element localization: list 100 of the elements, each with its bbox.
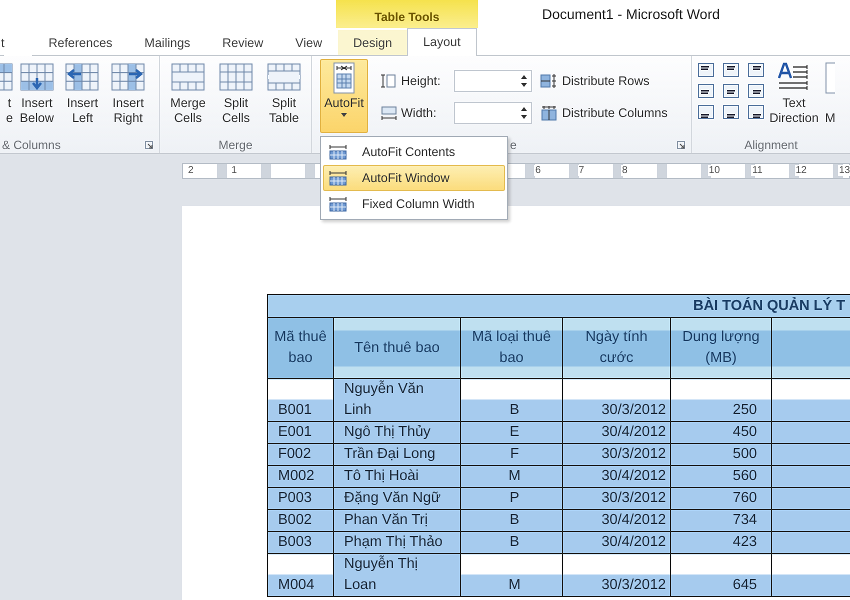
table-cell: Ngô Thị Thủy — [334, 422, 460, 444]
align-icon[interactable] — [698, 63, 714, 77]
ruler-number: 6 — [534, 165, 542, 176]
table-cell: 30/3/2012 — [562, 444, 670, 466]
ribbon-tab[interactable]: Layout — [407, 28, 477, 56]
table-cell: 734 — [670, 510, 772, 532]
align-icon[interactable] — [723, 105, 739, 119]
window-title: Document1 - Microsoft Word — [542, 6, 720, 24]
table-cell: Phạm Thị Thảo — [334, 532, 460, 554]
table-title: BÀI TOÁN QUẢN LÝ T — [268, 294, 850, 318]
table-cell: B — [460, 510, 562, 532]
table-cell: B — [460, 378, 562, 422]
align-icon[interactable] — [748, 63, 764, 77]
ribbon-button[interactable]: AutoFit — [320, 59, 368, 133]
align-icon[interactable] — [723, 63, 739, 77]
table-cell: 30/3/2012 — [562, 554, 670, 596]
row-height-icon — [380, 73, 398, 89]
ribbon-button[interactable]: Text Direction — [770, 59, 818, 129]
column-header: Mã thuê bao — [268, 318, 334, 378]
table-cell: B — [460, 532, 562, 554]
distribute-icon — [540, 105, 558, 121]
table-cell: 500 — [670, 444, 772, 466]
menu-item[interactable]: AutoFit Contents — [323, 139, 505, 165]
table-cell: Đặng Văn Ngữ — [334, 488, 460, 510]
ruler-number: 2 — [187, 165, 195, 176]
ruler-number: 7 — [578, 165, 586, 176]
group-label: Alignment — [744, 138, 798, 152]
group-label: Merge — [218, 138, 252, 152]
table-cell: 30/4/2012 — [562, 532, 670, 554]
cell-margins-icon — [825, 62, 835, 94]
table-cell: Nguyễn Thị Loan — [334, 554, 460, 596]
table-cell: P003 — [268, 488, 334, 510]
ribbon-button[interactable]: Split Table — [260, 59, 308, 129]
table-cell: 560 — [670, 466, 772, 488]
table-cell: B001 — [268, 378, 334, 422]
dialog-launcher-icon[interactable] — [677, 141, 685, 149]
table-cell: M — [460, 554, 562, 596]
table-cell: 423 — [670, 532, 772, 554]
table-cell: 30/4/2012 — [562, 422, 670, 444]
ribbon-button[interactable]: Insert Below — [14, 59, 60, 129]
ribbon-button[interactable]: Insert Right — [105, 59, 151, 129]
table-cell: Tô Thị Hoài — [334, 466, 460, 488]
column-width-icon — [380, 105, 398, 121]
spin-field[interactable] — [454, 102, 532, 124]
ribbon-button[interactable]: Distribute Columns — [540, 101, 668, 125]
table-cell: 30/3/2012 — [562, 488, 670, 510]
ribbon-button[interactable]: Distribute Rows — [540, 69, 668, 93]
table-cell: F002 — [268, 444, 334, 466]
table-cell: F — [460, 444, 562, 466]
table-icon — [328, 196, 348, 212]
ruler-number: 10 — [708, 165, 721, 176]
spin-field[interactable] — [454, 70, 532, 92]
table-cell: B002 — [268, 510, 334, 532]
spin-arrows-icon[interactable] — [520, 74, 528, 88]
table-cell: E — [460, 422, 562, 444]
ribbon-button[interactable]: t e — [0, 59, 14, 129]
table-cell: 760 — [670, 488, 772, 510]
table-cell: M002 — [268, 466, 334, 488]
ruler-number: 13 — [838, 165, 850, 176]
column-header: Mã loại thuê bao — [460, 318, 562, 378]
menu-item[interactable]: AutoFit Window — [323, 165, 505, 191]
spin-label: Width: — [401, 106, 438, 120]
distribute-icon — [540, 73, 558, 89]
table-cell: E001 — [268, 422, 334, 444]
table-cell: 250 — [670, 378, 772, 422]
group-label: & Columns — [2, 138, 61, 152]
menu-item[interactable]: Fixed Column Width — [323, 191, 505, 217]
ruler-number: 11 — [751, 165, 764, 176]
table-icon — [328, 170, 348, 186]
align-icon[interactable] — [698, 105, 714, 119]
ribbon-button[interactable]: Merge Cells — [164, 59, 212, 129]
ribbon-button[interactable]: Split Cells — [212, 59, 260, 129]
ruler-number: 8 — [621, 165, 629, 176]
column-header: Tên thuê bao — [334, 318, 460, 378]
table-cell: Trần Đại Long — [334, 444, 460, 466]
align-icon[interactable] — [748, 105, 764, 119]
table-cell: M — [460, 466, 562, 488]
ribbon-button[interactable]: Insert Left — [60, 59, 106, 129]
table-cell: M004 — [268, 554, 334, 596]
align-icon[interactable] — [698, 84, 714, 98]
spin-arrows-icon[interactable] — [520, 106, 528, 120]
table-cell: Nguyễn Văn Linh — [334, 378, 460, 422]
ruler-number: 1 — [230, 165, 238, 176]
table-cell: P — [460, 488, 562, 510]
align-icon[interactable] — [723, 84, 739, 98]
table-cell: 450 — [670, 422, 772, 444]
group-label: e — [510, 138, 517, 152]
ribbon-tab[interactable]: Design — [338, 30, 408, 56]
table-icon — [328, 144, 348, 160]
column-header: Ngày tính cước — [562, 318, 670, 378]
ribbon-button[interactable]: M — [824, 59, 838, 129]
table-cell: 30/4/2012 — [562, 510, 670, 532]
table-cell: 30/3/2012 — [562, 378, 670, 422]
contextual-tab-header: Table Tools — [336, 0, 478, 28]
table-cell: 30/4/2012 — [562, 466, 670, 488]
table-cell: 645 — [670, 554, 772, 596]
ruler-number: 12 — [794, 165, 808, 176]
align-icon[interactable] — [748, 84, 764, 98]
table-cell: Phan Văn Trị — [334, 510, 460, 532]
dialog-launcher-icon[interactable] — [145, 141, 153, 149]
